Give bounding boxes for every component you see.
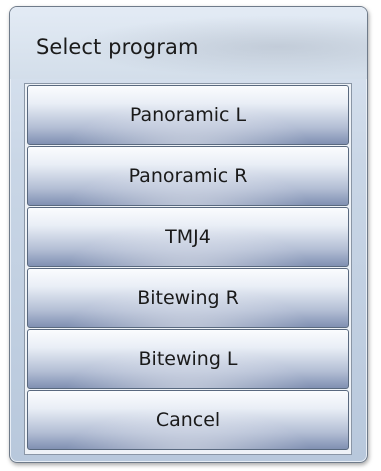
program-list: Panoramic L Panoramic R TMJ4 Bitewing R …	[24, 83, 352, 455]
bitewing-l-button[interactable]: Bitewing L	[27, 329, 349, 389]
button-label: Bitewing R	[137, 287, 239, 309]
button-label: Bitewing L	[138, 348, 238, 370]
cancel-button[interactable]: Cancel	[27, 390, 349, 450]
select-program-dialog: Select program Panoramic L Panoramic R T…	[9, 6, 368, 463]
button-label: TMJ4	[165, 226, 211, 248]
tmj4-button[interactable]: TMJ4	[27, 207, 349, 267]
button-label: Panoramic R	[128, 165, 248, 187]
dialog-title: Select program	[36, 35, 199, 59]
bitewing-r-button[interactable]: Bitewing R	[27, 268, 349, 328]
panoramic-l-button[interactable]: Panoramic L	[27, 85, 349, 145]
panoramic-r-button[interactable]: Panoramic R	[27, 146, 349, 206]
button-label: Cancel	[155, 409, 221, 431]
button-label: Panoramic L	[129, 104, 247, 126]
title-bar[interactable]: Select program	[10, 7, 367, 79]
